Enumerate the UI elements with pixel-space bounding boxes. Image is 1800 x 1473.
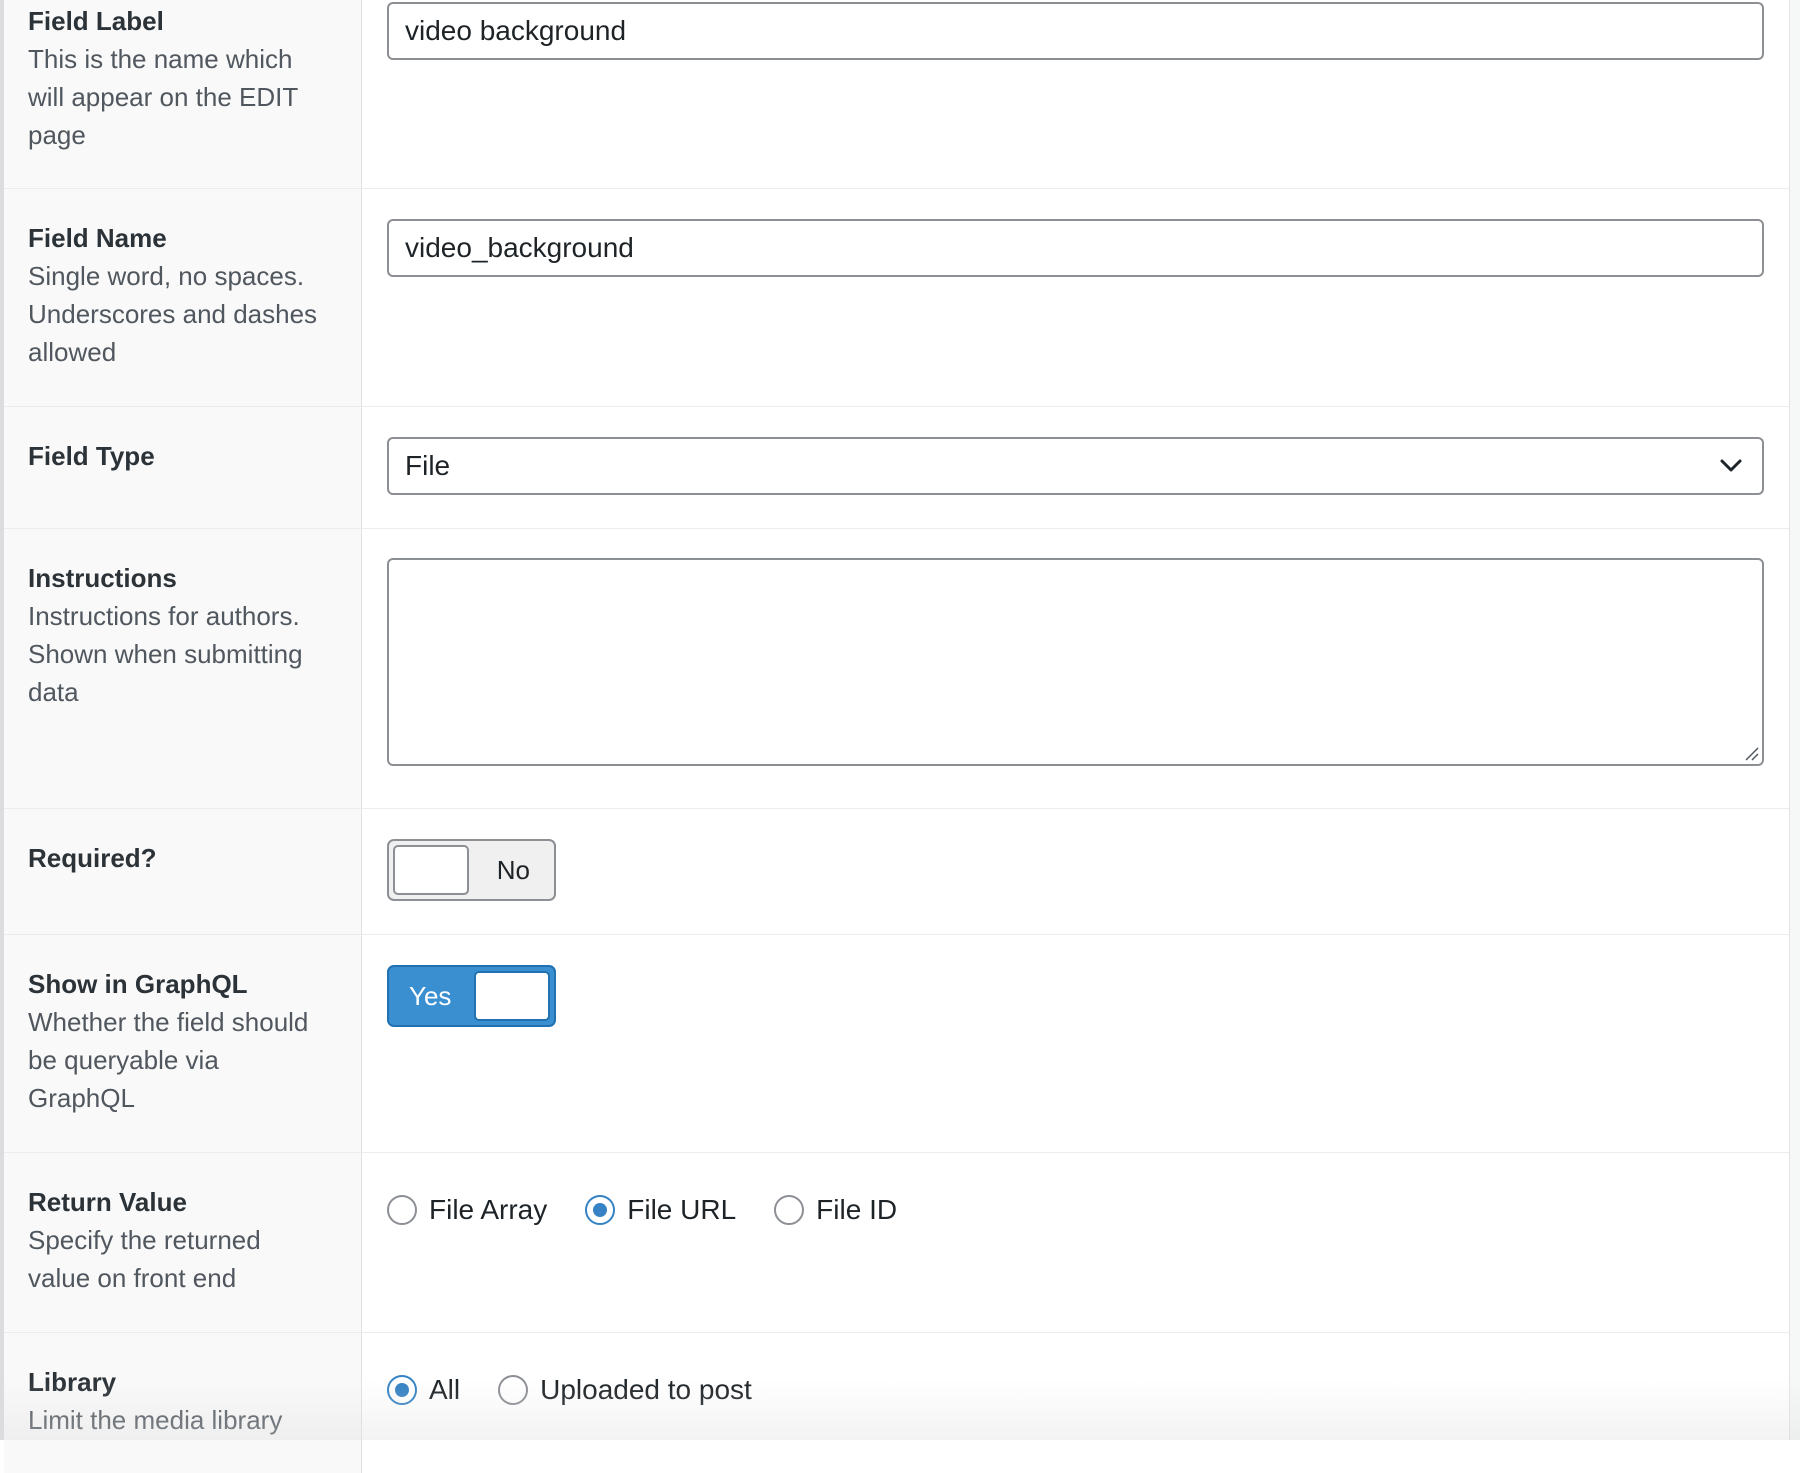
graphql-desc-2: be queryable via: [28, 1045, 219, 1075]
library-radio-group: All Uploaded to post: [387, 1374, 1765, 1406]
instructions-desc-3: data: [28, 677, 79, 707]
resize-handle-icon[interactable]: [1742, 744, 1760, 762]
radio-label: All: [429, 1374, 461, 1405]
radio-button[interactable]: [498, 1375, 529, 1405]
library-title: Library: [28, 1367, 117, 1397]
radio-option-file-url[interactable]: File URL: [585, 1194, 736, 1226]
page-right-edge: [1789, 0, 1800, 1440]
field-label-desc-3: page: [28, 120, 86, 150]
field-name-input[interactable]: video_background: [387, 219, 1764, 277]
row-show-in-graphql: Show in GraphQL Whether the field should…: [4, 935, 1789, 1153]
row-field-type: Field Type File: [4, 407, 1789, 529]
graphql-desc-3: GraphQL: [28, 1083, 135, 1113]
field-label-desc-2: will appear on the EDIT: [28, 82, 299, 112]
toggle-knob: [393, 845, 469, 895]
toggle-knob: [474, 971, 550, 1021]
field-label-desc-1: This is the name which: [28, 44, 293, 74]
instructions-textarea[interactable]: [387, 558, 1764, 766]
label-cell: Return Value Specify the returned value …: [4, 1153, 362, 1332]
input-cell: video background: [362, 0, 1789, 188]
instructions-title: Instructions: [28, 563, 177, 593]
label-cell: Show in GraphQL Whether the field should…: [4, 935, 362, 1152]
required-toggle-label: No: [496, 855, 530, 885]
input-cell: File: [362, 407, 1789, 528]
field-settings-table: Field Label This is the name which will …: [4, 0, 1789, 1473]
radio-label: File Array: [429, 1194, 548, 1225]
required-title: Required?: [28, 843, 157, 873]
radio-button-checked[interactable]: [387, 1375, 417, 1405]
radio-option-file-array[interactable]: File Array: [387, 1194, 547, 1226]
instructions-desc-2: Shown when submitting: [28, 639, 303, 669]
label-cell: Instructions Instructions for authors. S…: [4, 529, 362, 808]
field-name-desc-2: Underscores and dashes: [28, 299, 318, 329]
field-type-title: Field Type: [28, 441, 155, 471]
radio-option-uploaded-to-post[interactable]: Uploaded to post: [498, 1374, 752, 1406]
return-value-title: Return Value: [28, 1187, 187, 1217]
field-type-select[interactable]: File: [387, 437, 1764, 495]
return-value-desc-1: Specify the returned: [28, 1225, 261, 1255]
label-cell: Field Type: [4, 407, 362, 528]
row-field-label: Field Label This is the name which will …: [4, 0, 1789, 189]
label-cell: Field Name Single word, no spaces. Under…: [4, 189, 362, 406]
radio-button[interactable]: [387, 1195, 417, 1225]
instructions-desc-1: Instructions for authors.: [28, 601, 300, 631]
graphql-title: Show in GraphQL: [28, 969, 248, 999]
radio-label: Uploaded to post: [540, 1374, 752, 1405]
field-type-selected-value: File: [405, 450, 451, 481]
label-cell: Required?: [4, 809, 362, 934]
input-cell: File Array File URL File ID: [362, 1153, 1789, 1332]
input-cell: All Uploaded to post: [362, 1333, 1789, 1473]
row-field-name: Field Name Single word, no spaces. Under…: [4, 189, 1789, 407]
radio-label: File URL: [627, 1194, 737, 1225]
field-name-title: Field Name: [28, 223, 167, 253]
field-name-desc-1: Single word, no spaces.: [28, 261, 305, 291]
input-cell: video_background: [362, 189, 1789, 406]
radio-button[interactable]: [774, 1195, 805, 1225]
required-toggle[interactable]: No: [387, 839, 556, 901]
radio-label: File ID: [816, 1194, 898, 1225]
radio-option-file-id[interactable]: File ID: [774, 1194, 897, 1226]
label-cell: Library Limit the media library: [4, 1333, 362, 1473]
input-cell: No: [362, 809, 1789, 934]
return-value-desc-2: value on front end: [28, 1263, 237, 1293]
field-label-input[interactable]: video background: [387, 2, 1764, 60]
input-cell: Yes: [362, 935, 1789, 1152]
graphql-desc-1: Whether the field should: [28, 1007, 309, 1037]
row-instructions: Instructions Instructions for authors. S…: [4, 529, 1789, 809]
graphql-toggle[interactable]: Yes: [387, 965, 556, 1027]
row-required: Required? No: [4, 809, 1789, 935]
graphql-toggle-label: Yes: [409, 981, 452, 1011]
label-cell: Field Label This is the name which will …: [4, 0, 362, 188]
radio-option-all[interactable]: All: [387, 1374, 460, 1406]
library-desc-1: Limit the media library: [28, 1405, 283, 1435]
radio-button-checked[interactable]: [585, 1195, 616, 1225]
field-name-desc-3: allowed: [28, 337, 117, 367]
chevron-down-icon: [1720, 459, 1742, 472]
return-value-radio-group: File Array File URL File ID: [387, 1194, 1765, 1226]
input-cell: [362, 529, 1789, 808]
row-library: Library Limit the media library All Uplo…: [4, 1333, 1789, 1473]
field-label-title: Field Label: [28, 6, 164, 36]
row-return-value: Return Value Specify the returned value …: [4, 1153, 1789, 1333]
